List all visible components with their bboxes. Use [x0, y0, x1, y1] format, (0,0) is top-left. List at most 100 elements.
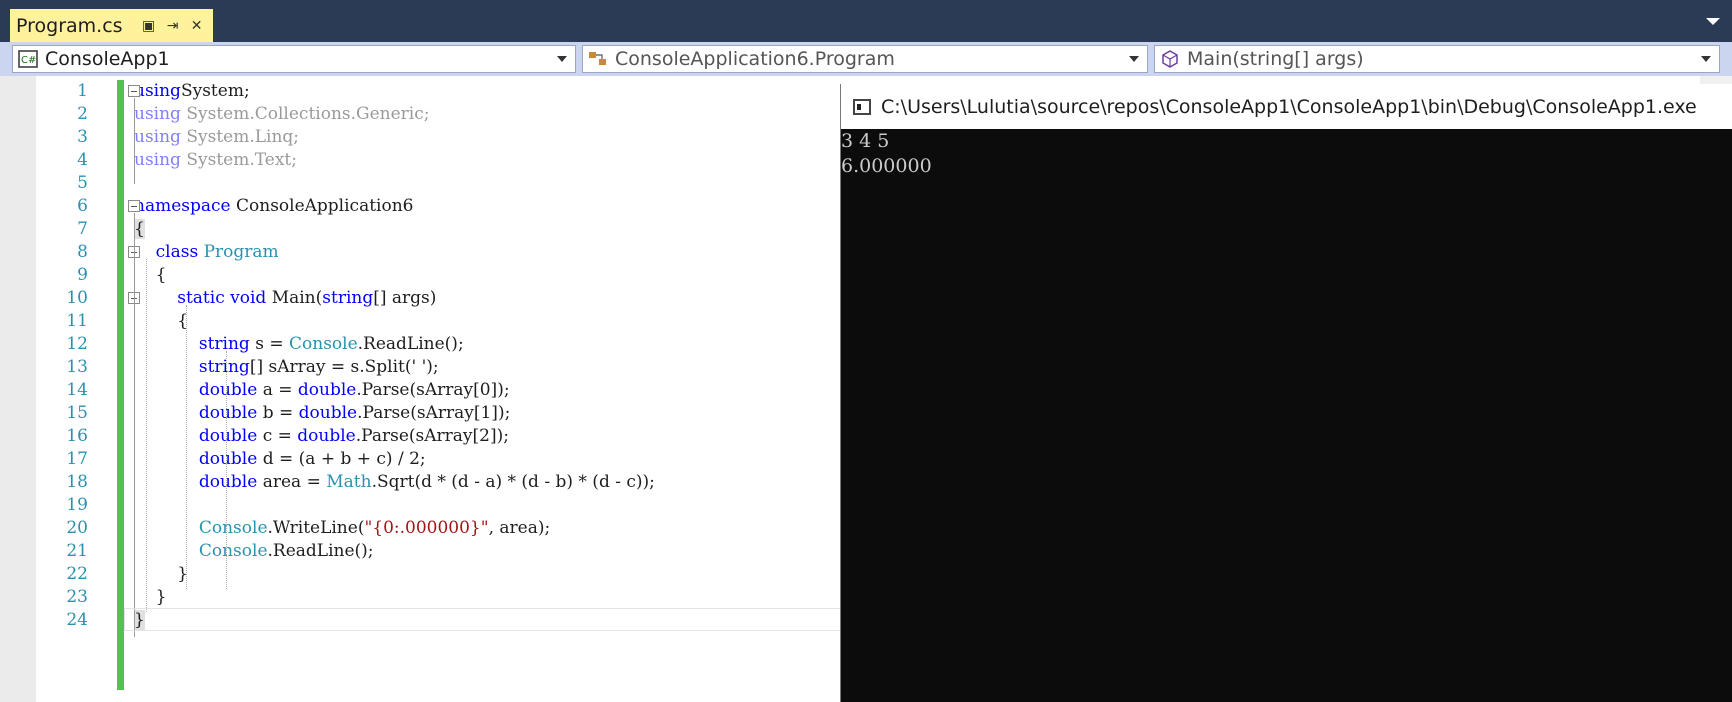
- outlining-line: [134, 305, 135, 592]
- line-number: 15: [66, 403, 88, 423]
- line-number: 14: [66, 380, 88, 400]
- line-number: 1: [77, 81, 88, 101]
- code-token: string: [198, 357, 250, 377]
- dock-icon[interactable]: ⇥: [163, 16, 183, 36]
- console-output: 3 4 5 6.000000: [841, 129, 1732, 179]
- line-number: 8: [77, 242, 88, 262]
- code-token: .ReadLine();: [267, 541, 374, 561]
- code-token: }: [134, 587, 167, 607]
- code-token: double: [198, 426, 258, 446]
- close-icon[interactable]: ✕: [187, 16, 207, 36]
- code-token: Math: [326, 472, 372, 492]
- code-token: System;: [180, 81, 250, 101]
- code-token: [] args): [373, 288, 437, 308]
- code-token: }: [134, 564, 189, 584]
- class-label: ConsoleApplication6.Program: [615, 48, 895, 70]
- code-token: a =: [257, 380, 298, 400]
- code-token: string: [198, 334, 250, 354]
- code-token: string: [322, 288, 374, 308]
- line-number: 4: [77, 150, 88, 170]
- code-token: double: [198, 380, 258, 400]
- collapse-region-icon[interactable]: [128, 200, 140, 212]
- code-token: area =: [257, 472, 327, 492]
- class-dropdown[interactable]: ConsoleApplication6.Program: [582, 45, 1148, 73]
- console-window[interactable]: C:\Users\Lulutia\source\repos\ConsoleApp…: [840, 84, 1732, 702]
- code-token: .Parse(sArray[2]);: [355, 426, 509, 446]
- svg-text:C#: C#: [21, 55, 36, 66]
- line-number: 11: [66, 311, 88, 331]
- line-number: 10: [66, 288, 88, 308]
- indent-guide: [226, 351, 227, 589]
- pin-icon[interactable]: ▣: [139, 16, 159, 36]
- change-tracking-bar: [117, 80, 124, 690]
- csharp-project-icon: C#: [17, 49, 39, 69]
- code-token: b =: [257, 403, 299, 423]
- code-token: Program: [203, 242, 279, 262]
- code-token: Console: [198, 518, 268, 538]
- chevron-down-icon: [1701, 56, 1711, 62]
- code-token: , area);: [488, 518, 551, 538]
- line-number: 3: [77, 127, 88, 147]
- line-number: 23: [66, 587, 88, 607]
- code-token: System.Linq;: [180, 127, 300, 147]
- member-dropdown[interactable]: Main(string[] args): [1154, 45, 1720, 73]
- document-tab-strip: Program.cs ▣ ⇥ ✕: [0, 0, 1732, 42]
- code-token: {: [134, 265, 167, 285]
- line-number: 7: [77, 219, 88, 239]
- code-token: using: [134, 150, 181, 170]
- indent-guide: [186, 305, 187, 589]
- code-token: double: [198, 449, 258, 469]
- code-token: class: [155, 242, 199, 262]
- code-token: System.Text;: [180, 150, 297, 170]
- line-number: 12: [66, 334, 88, 354]
- code-token: namespace: [134, 196, 231, 216]
- code-token: double: [298, 403, 358, 423]
- line-number: 13: [66, 357, 88, 377]
- chevron-down-icon: [557, 56, 567, 62]
- code-token: ConsoleApplication6: [230, 196, 414, 216]
- code-token: Console: [198, 541, 268, 561]
- console-title-bar[interactable]: C:\Users\Lulutia\source\repos\ConsoleApp…: [841, 84, 1732, 129]
- code-token: using: [134, 81, 181, 101]
- code-token: .ReadLine();: [357, 334, 464, 354]
- tab-program-cs[interactable]: Program.cs ▣ ⇥ ✕: [10, 9, 213, 42]
- code-token: .Parse(sArray[1]);: [357, 403, 511, 423]
- outlining-line: [134, 98, 135, 184]
- code-token: using: [134, 104, 181, 124]
- code-token: System.Collections.Generic;: [180, 104, 430, 124]
- code-token: c =: [257, 426, 298, 446]
- line-number: 21: [66, 541, 88, 561]
- code-token: using: [134, 127, 181, 147]
- code-token: Console: [289, 334, 358, 354]
- code-token: .Parse(sArray[0]);: [356, 380, 510, 400]
- code-token: {: [134, 311, 189, 331]
- indent-guide: [146, 259, 147, 612]
- collapse-region-icon[interactable]: [128, 85, 140, 97]
- line-number: 18: [66, 472, 88, 492]
- indicator-margin: [0, 76, 36, 702]
- line-number: 6: [77, 196, 88, 216]
- project-dropdown[interactable]: C# ConsoleApp1: [12, 45, 576, 73]
- member-label: Main(string[] args): [1187, 48, 1364, 70]
- line-number: 2: [77, 104, 88, 124]
- code-token: void: [230, 288, 267, 308]
- line-number: 16: [66, 426, 88, 446]
- code-token: double: [198, 472, 258, 492]
- console-output-line: 6.000000: [841, 155, 932, 177]
- tab-overflow-chevron-icon[interactable]: [1706, 18, 1720, 25]
- code-token: static: [177, 288, 225, 308]
- code-token: d = (a + b + c) / 2;: [257, 449, 426, 469]
- line-number: 5: [77, 173, 88, 193]
- line-number: 24: [66, 610, 88, 630]
- tab-title: Program.cs: [16, 14, 123, 37]
- code-token: .Sqrt(d * (d - a) * (d - b) * (d - c));: [371, 472, 655, 492]
- code-token: [] sArray = s.Split(' ');: [249, 357, 439, 377]
